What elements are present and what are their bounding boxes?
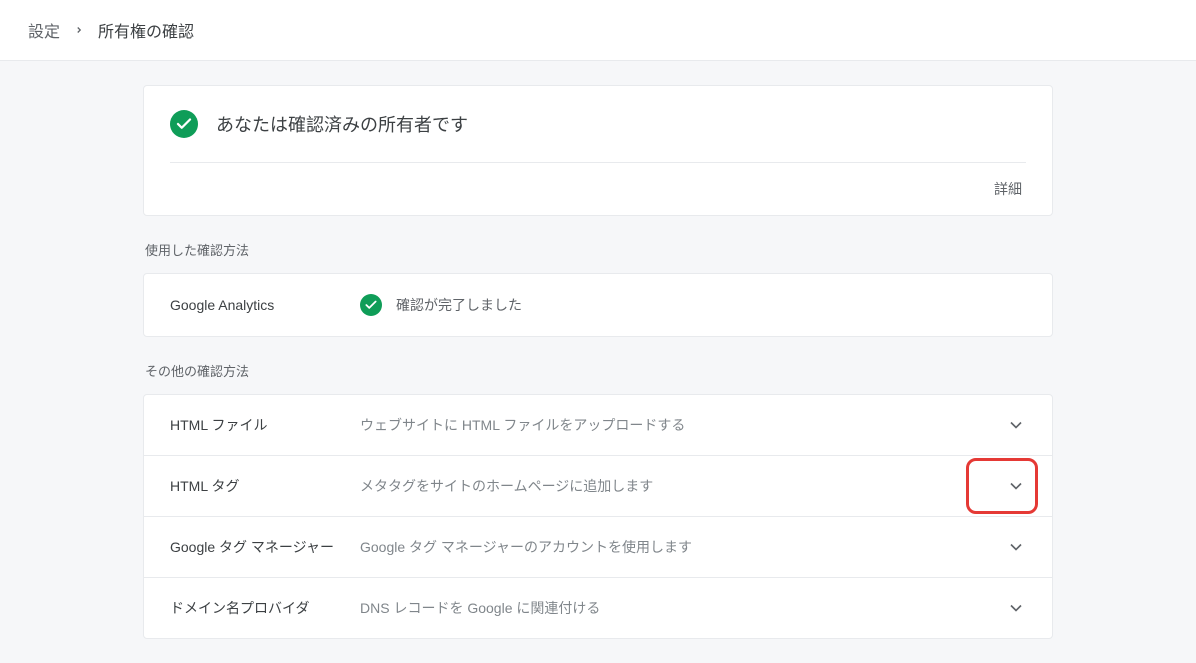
- chevron-right-icon: [74, 22, 84, 38]
- chevron-down-icon: [1006, 537, 1026, 557]
- method-name: HTML タグ: [170, 476, 360, 496]
- method-dns[interactable]: ドメイン名プロバイダ DNS レコードを Google に関連付ける: [144, 578, 1052, 638]
- method-gtm[interactable]: Google タグ マネージャー Google タグ マネージャーのアカウントを…: [144, 517, 1052, 578]
- method-desc: Google タグ マネージャーのアカウントを使用します: [360, 537, 1006, 557]
- verified-card: あなたは確認済みの所有者です 詳細: [143, 85, 1053, 216]
- breadcrumb-current: 所有権の確認: [98, 18, 194, 42]
- details-link[interactable]: 詳細: [994, 181, 1026, 197]
- method-name: ドメイン名プロバイダ: [170, 598, 360, 618]
- chevron-down-icon: [1006, 598, 1026, 618]
- method-name: Google タグ マネージャー: [170, 537, 360, 557]
- chevron-down-icon: [1006, 476, 1026, 496]
- method-html-file[interactable]: HTML ファイル ウェブサイトに HTML ファイルをアップロードする: [144, 395, 1052, 456]
- method-name: HTML ファイル: [170, 415, 360, 435]
- other-section-label: その他の確認方法: [143, 361, 1053, 380]
- check-icon: [170, 110, 198, 138]
- used-method-name: Google Analytics: [170, 297, 360, 313]
- method-html-tag[interactable]: HTML タグ メタタグをサイトのホームページに追加します: [144, 456, 1052, 517]
- used-method-status: 確認が完了しました: [396, 295, 522, 315]
- other-methods-card: HTML ファイル ウェブサイトに HTML ファイルをアップロードする HTM…: [143, 394, 1053, 639]
- chevron-down-icon: [1006, 415, 1026, 435]
- used-method-card: Google Analytics 確認が完了しました: [143, 273, 1053, 337]
- method-desc: メタタグをサイトのホームページに追加します: [360, 476, 1006, 496]
- verified-title: あなたは確認済みの所有者です: [216, 111, 468, 137]
- breadcrumb-parent[interactable]: 設定: [28, 18, 60, 42]
- used-method-row: Google Analytics 確認が完了しました: [144, 274, 1052, 336]
- method-desc: ウェブサイトに HTML ファイルをアップロードする: [360, 415, 1006, 435]
- method-desc: DNS レコードを Google に関連付ける: [360, 598, 1006, 618]
- breadcrumb: 設定 所有権の確認: [0, 0, 1196, 61]
- used-section-label: 使用した確認方法: [143, 240, 1053, 259]
- check-icon: [360, 294, 382, 316]
